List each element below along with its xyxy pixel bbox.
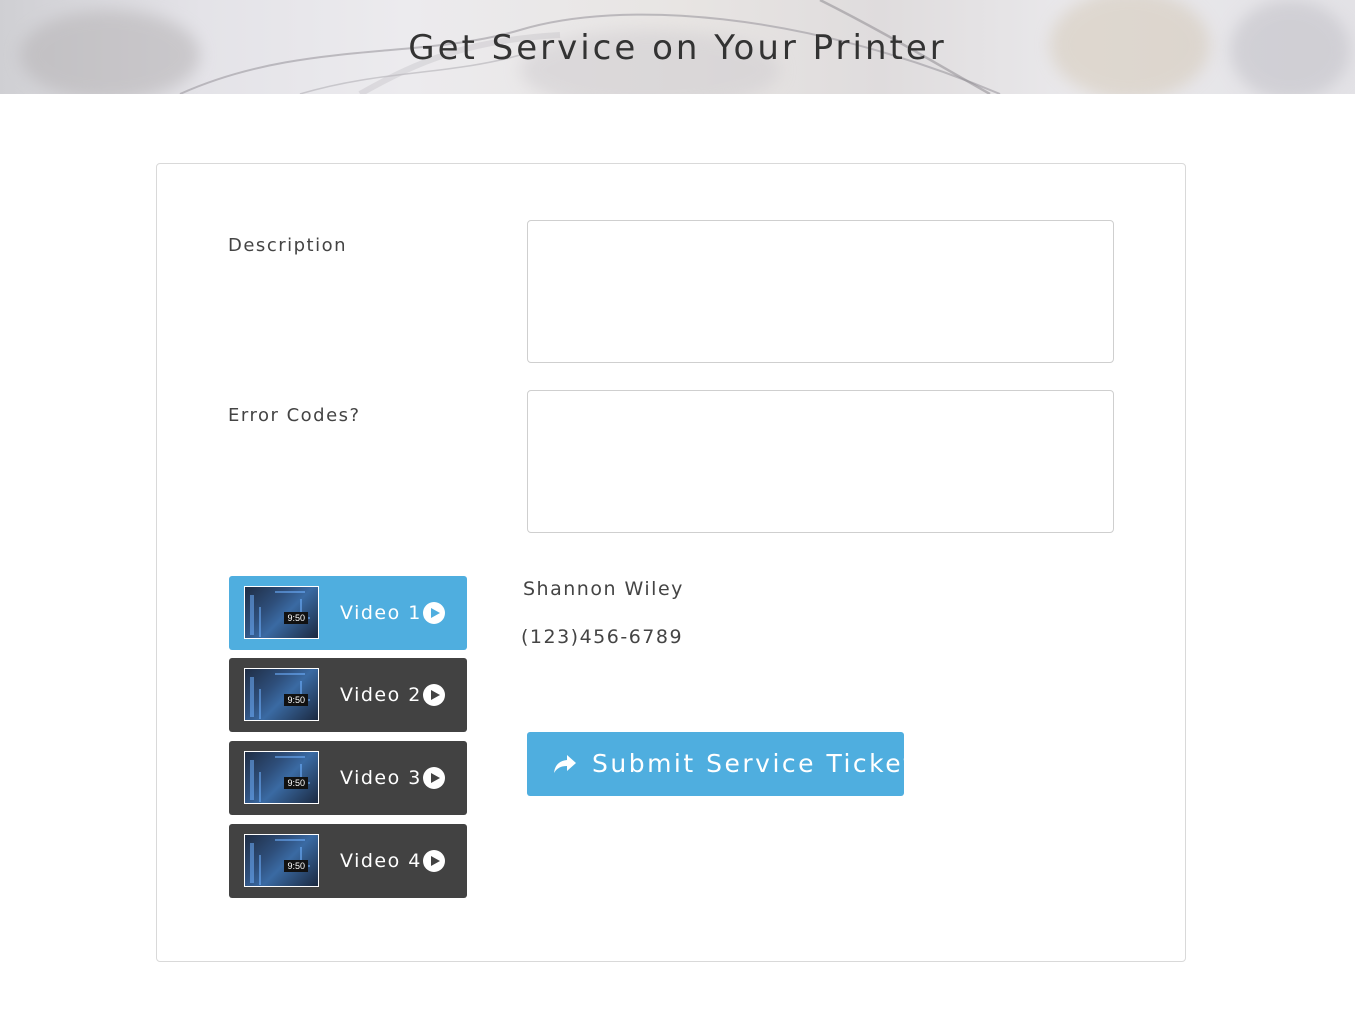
video-label: Video 1 [340, 602, 422, 624]
error-codes-label: Error Codes? [228, 405, 361, 426]
video-button-4[interactable]: 9:50 Video 4 [229, 824, 467, 898]
description-label: Description [228, 235, 348, 256]
play-icon [423, 684, 445, 706]
hero-banner: Get Service on Your Printer [0, 0, 1355, 94]
play-icon [423, 850, 445, 872]
video-button-3[interactable]: 9:50 Video 3 [229, 741, 467, 815]
play-icon [423, 602, 445, 624]
play-icon [423, 767, 445, 789]
video-label: Video 4 [340, 850, 422, 872]
video-button-2[interactable]: 9:50 Video 2 [229, 658, 467, 732]
video-duration: 9:50 [284, 860, 308, 872]
video-duration: 9:50 [284, 612, 308, 624]
video-thumbnail: 9:50 [244, 751, 319, 804]
video-label: Video 2 [340, 684, 422, 706]
video-button-1[interactable]: 9:50 Video 1 [229, 576, 467, 650]
video-duration: 9:50 [284, 777, 308, 789]
video-thumbnail: 9:50 [244, 834, 319, 887]
video-label: Video 3 [340, 767, 422, 789]
submit-service-ticket-button[interactable]: Submit Service Ticket [527, 732, 913, 796]
contact-name: Shannon Wiley [523, 578, 684, 600]
submit-button-label: Submit Service Ticket [592, 749, 916, 778]
video-thumbnail: 9:50 [244, 586, 319, 639]
share-icon [554, 755, 576, 773]
error-codes-input[interactable] [527, 390, 1114, 533]
contact-phone: (123)456-6789 [521, 626, 684, 648]
page-title: Get Service on Your Printer [408, 28, 947, 68]
video-duration: 9:50 [284, 694, 308, 706]
video-thumbnail: 9:50 [244, 668, 319, 721]
description-input[interactable] [527, 220, 1114, 363]
